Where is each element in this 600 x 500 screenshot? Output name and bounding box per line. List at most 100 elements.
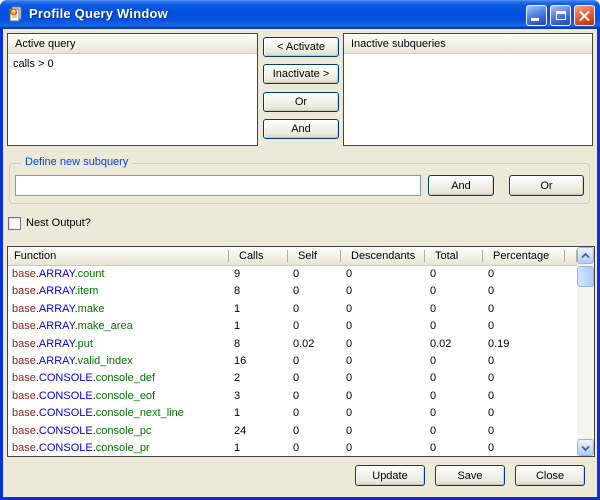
function-cell: base.CONSOLE.console_next_line bbox=[8, 405, 229, 422]
table-row[interactable]: base.ARRAY.make10000 bbox=[8, 301, 577, 318]
package-name: base bbox=[12, 372, 36, 384]
column-header-filler bbox=[565, 247, 577, 265]
inactivate-button[interactable]: Inactivate > bbox=[263, 64, 339, 84]
and-transfer-button[interactable]: And bbox=[263, 119, 339, 139]
function-cell: base.ARRAY.count bbox=[8, 266, 229, 283]
package-name: base bbox=[12, 390, 36, 402]
nest-output-label: Nest Output? bbox=[26, 217, 91, 229]
query-list-item[interactable]: calls > 0 bbox=[8, 55, 257, 70]
minimize-button[interactable] bbox=[526, 5, 547, 26]
value-cell: 0 bbox=[288, 370, 341, 387]
value-cell: 0 bbox=[425, 440, 483, 456]
value-cell: 0 bbox=[341, 266, 425, 283]
column-header-calls[interactable]: Calls bbox=[229, 247, 288, 265]
value-cell: 0 bbox=[288, 423, 341, 440]
table-row[interactable]: base.ARRAY.make_area10000 bbox=[8, 318, 577, 335]
class-name: ARRAY bbox=[39, 355, 75, 367]
table-row[interactable]: base.ARRAY.valid_index160000 bbox=[8, 353, 577, 370]
nest-output-checkbox[interactable] bbox=[8, 217, 21, 230]
maximize-button[interactable] bbox=[550, 5, 571, 26]
value-cell: 8 bbox=[229, 283, 288, 300]
active-query-list[interactable]: Active query calls > 0 bbox=[7, 33, 258, 146]
function-cell: base.ARRAY.put bbox=[8, 336, 229, 353]
table-row[interactable]: base.CONSOLE.console_next_line10000 bbox=[8, 405, 577, 422]
feature-name: put bbox=[78, 338, 93, 350]
value-cell: 0 bbox=[483, 405, 565, 422]
value-cell: 0 bbox=[341, 283, 425, 300]
function-cell: base.CONSOLE.console_def bbox=[8, 370, 229, 387]
value-cell: 0 bbox=[341, 318, 425, 335]
package-name: base bbox=[12, 407, 36, 419]
value-cell: 0 bbox=[425, 370, 483, 387]
value-cell: 0 bbox=[425, 405, 483, 422]
value-cell: 0 bbox=[341, 336, 425, 353]
value-cell: 0.19 bbox=[483, 336, 565, 353]
table-row[interactable]: base.CONSOLE.console_pc240000 bbox=[8, 423, 577, 440]
close-button[interactable] bbox=[574, 5, 595, 26]
active-query-header: Active query bbox=[8, 34, 257, 54]
feature-name: console_eof bbox=[96, 390, 155, 402]
inactive-subqueries-list-body[interactable] bbox=[344, 55, 592, 145]
function-cell: base.ARRAY.item bbox=[8, 283, 229, 300]
chevron-up-icon bbox=[581, 253, 590, 259]
inactive-subqueries-header: Inactive subqueries bbox=[344, 34, 592, 54]
table-row[interactable]: base.CONSOLE.console_eof30000 bbox=[8, 388, 577, 405]
table-row[interactable]: base.CONSOLE.console_pr10000 bbox=[8, 440, 577, 456]
and-button[interactable]: And bbox=[428, 175, 494, 196]
package-name: base bbox=[12, 303, 36, 315]
save-button[interactable]: Save bbox=[435, 465, 505, 486]
active-query-list-body[interactable]: calls > 0 bbox=[8, 55, 257, 145]
class-name: ARRAY bbox=[39, 320, 75, 332]
window-title: Profile Query Window bbox=[29, 6, 168, 21]
profile-document-icon[interactable] bbox=[8, 6, 24, 22]
value-cell: 16 bbox=[229, 353, 288, 370]
value-cell: 0 bbox=[341, 370, 425, 387]
package-name: base bbox=[12, 338, 36, 350]
table-row[interactable]: base.ARRAY.count90000 bbox=[8, 266, 577, 283]
function-cell: base.ARRAY.valid_index bbox=[8, 353, 229, 370]
column-header-self[interactable]: Self bbox=[288, 247, 341, 265]
feature-name: console_def bbox=[96, 372, 155, 384]
value-cell: 0 bbox=[483, 353, 565, 370]
value-cell: 0 bbox=[483, 283, 565, 300]
package-name: base bbox=[12, 285, 36, 297]
activate-button[interactable]: < Activate bbox=[263, 37, 339, 57]
subquery-input[interactable] bbox=[15, 175, 421, 196]
value-cell: 0 bbox=[288, 266, 341, 283]
table-row[interactable]: base.CONSOLE.console_def20000 bbox=[8, 370, 577, 387]
profile-table: Function Calls Self Descendants Total Pe… bbox=[7, 246, 595, 457]
inactive-subqueries-list[interactable]: Inactive subqueries bbox=[343, 33, 593, 146]
package-name: base bbox=[12, 320, 36, 332]
scroll-up-button[interactable] bbox=[577, 247, 594, 264]
column-header-total[interactable]: Total bbox=[425, 247, 483, 265]
function-cell: base.ARRAY.make_area bbox=[8, 318, 229, 335]
column-header-function[interactable]: Function bbox=[8, 247, 229, 265]
value-cell: 0 bbox=[425, 266, 483, 283]
update-button[interactable]: Update bbox=[355, 465, 425, 486]
column-header-descendants[interactable]: Descendants bbox=[341, 247, 425, 265]
maximize-icon bbox=[556, 11, 566, 20]
table-body[interactable]: base.ARRAY.count90000base.ARRAY.item8000… bbox=[8, 266, 577, 456]
titlebar[interactable]: Profile Query Window bbox=[0, 0, 600, 29]
class-name: CONSOLE bbox=[39, 407, 93, 419]
function-cell: base.ARRAY.make bbox=[8, 301, 229, 318]
value-cell: 0 bbox=[425, 423, 483, 440]
or-transfer-button[interactable]: Or bbox=[263, 92, 339, 112]
vertical-scrollbar[interactable] bbox=[577, 247, 594, 456]
value-cell: 1 bbox=[229, 440, 288, 456]
feature-name: count bbox=[78, 268, 105, 280]
value-cell: 0 bbox=[341, 353, 425, 370]
scroll-down-button[interactable] bbox=[577, 439, 594, 456]
table-row[interactable]: base.ARRAY.item80000 bbox=[8, 283, 577, 300]
value-cell: 0 bbox=[483, 301, 565, 318]
package-name: base bbox=[12, 425, 36, 437]
or-button[interactable]: Or bbox=[509, 175, 584, 196]
feature-name: console_next_line bbox=[96, 407, 184, 419]
table-row[interactable]: base.ARRAY.put80.0200.020.19 bbox=[8, 336, 577, 353]
value-cell: 3 bbox=[229, 388, 288, 405]
column-header-percentage[interactable]: Percentage bbox=[483, 247, 565, 265]
value-cell: 1 bbox=[229, 301, 288, 318]
scrollbar-thumb[interactable] bbox=[577, 266, 594, 287]
close-dialog-button[interactable]: Close bbox=[515, 465, 585, 486]
value-cell: 0.02 bbox=[425, 336, 483, 353]
